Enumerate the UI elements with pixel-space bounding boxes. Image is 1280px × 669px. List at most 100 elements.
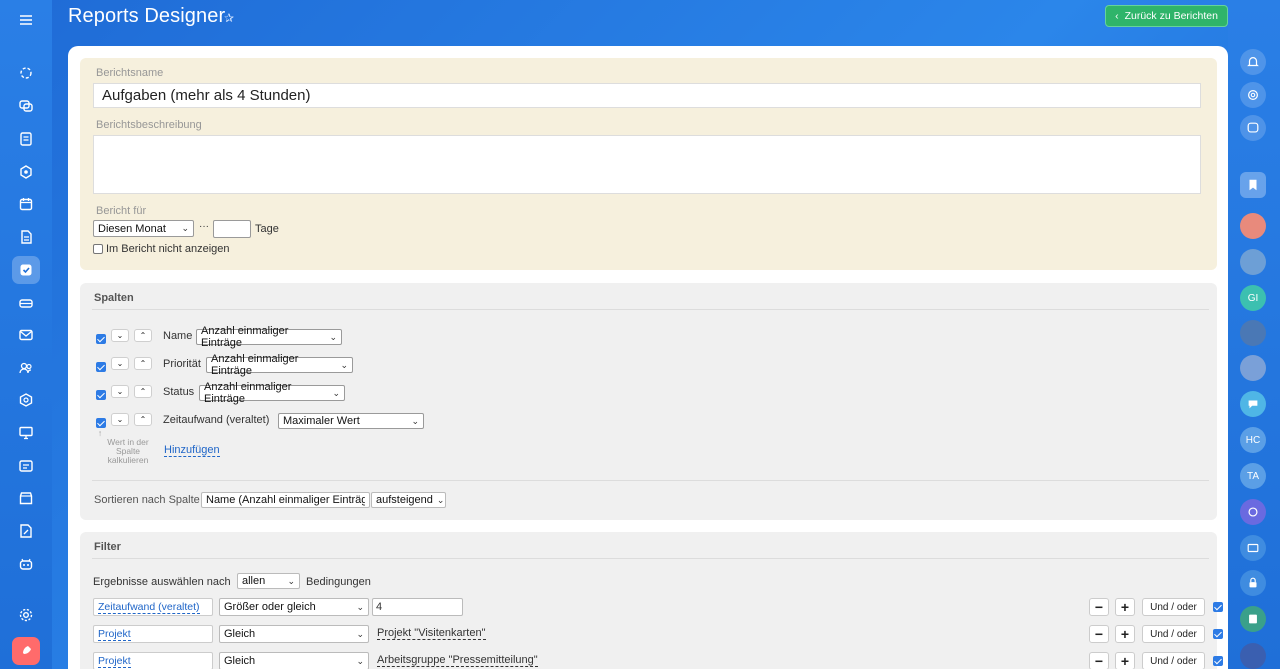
chat-icon[interactable] bbox=[12, 92, 40, 120]
columns-title: Spalten bbox=[94, 292, 134, 304]
column-checkbox-time[interactable] bbox=[96, 418, 106, 428]
move-up-button[interactable]: ⌃ bbox=[134, 357, 152, 370]
avatar-contact-3[interactable] bbox=[1240, 320, 1266, 346]
filter-add-button[interactable]: + bbox=[1115, 598, 1135, 616]
filter-operator-select[interactable]: Gleich ⌄ bbox=[219, 652, 369, 669]
report-description-input[interactable] bbox=[93, 135, 1201, 194]
add-column-link[interactable]: Hinzufügen bbox=[164, 444, 220, 457]
column-agg-select-time[interactable]: Maximaler Wert ⌄ bbox=[278, 413, 424, 429]
channel-icon[interactable] bbox=[1240, 499, 1266, 525]
column-agg-select-status[interactable]: Anzahl einmaliger Einträge ⌄ bbox=[199, 381, 345, 405]
filter-field-button[interactable]: Projekt bbox=[93, 625, 213, 643]
sort-order-select[interactable]: aufsteigend ⌄ bbox=[371, 492, 446, 508]
signature-icon[interactable] bbox=[12, 517, 40, 545]
hide-in-report-checkbox[interactable] bbox=[93, 244, 103, 254]
avatar-contact-2[interactable] bbox=[1240, 249, 1266, 275]
sort-column-select[interactable]: Name (Anzahl einmaliger Einträge bbox=[201, 492, 370, 508]
sort-column-value: Name (Anzahl einmaliger Einträge bbox=[206, 494, 365, 506]
column-agg-value: Anzahl einmaliger Einträge bbox=[204, 381, 292, 405]
move-down-button[interactable]: ⌄ bbox=[111, 385, 129, 398]
avatar-contact-ta[interactable]: TA bbox=[1240, 463, 1266, 489]
und-oder-button[interactable]: Und / oder bbox=[1142, 625, 1205, 643]
filter-remove-button[interactable]: − bbox=[1089, 598, 1109, 616]
move-down-button[interactable]: ⌄ bbox=[111, 413, 129, 426]
filter-operator-select[interactable]: Gleich ⌄ bbox=[219, 625, 369, 643]
lock-icon[interactable] bbox=[1240, 570, 1266, 596]
notes-icon[interactable] bbox=[1240, 606, 1266, 632]
chevron-down-icon: ⌄ bbox=[411, 415, 419, 426]
automation-icon[interactable] bbox=[12, 158, 40, 186]
days-label: Tage bbox=[255, 223, 279, 235]
move-up-button[interactable]: ⌃ bbox=[134, 329, 152, 342]
avatar-contact-gi[interactable]: GI bbox=[1240, 285, 1266, 311]
tasks-icon[interactable] bbox=[12, 256, 40, 284]
chat-bubble-icon[interactable] bbox=[1240, 391, 1266, 417]
feed-icon[interactable] bbox=[12, 59, 40, 87]
avatar-contact-5[interactable] bbox=[1240, 643, 1266, 669]
disk-icon[interactable] bbox=[12, 223, 40, 251]
move-up-button[interactable]: ⌃ bbox=[134, 413, 152, 426]
move-up-button[interactable]: ⌃ bbox=[134, 385, 152, 398]
days-input[interactable] bbox=[213, 220, 251, 238]
column-checkbox-priority[interactable] bbox=[96, 362, 106, 372]
mail-icon[interactable] bbox=[12, 321, 40, 349]
card-icon[interactable] bbox=[1240, 535, 1266, 561]
move-down-button[interactable]: ⌄ bbox=[111, 357, 129, 370]
avatar-contact-hc[interactable]: HC bbox=[1240, 427, 1266, 453]
report-name-label: Berichtsname bbox=[96, 67, 164, 79]
documents-icon[interactable] bbox=[12, 125, 40, 153]
contact-center-icon[interactable] bbox=[12, 452, 40, 480]
filter-logic-value: allen bbox=[242, 575, 266, 587]
period-select[interactable]: Diesen Monat ⌄ bbox=[93, 220, 194, 237]
column-checkbox-name[interactable] bbox=[96, 334, 106, 344]
crm-icon[interactable] bbox=[12, 289, 40, 317]
filter-add-button[interactable]: + bbox=[1115, 652, 1135, 669]
filter-field-button[interactable]: Projekt bbox=[93, 652, 213, 669]
filter-checkbox[interactable] bbox=[1213, 656, 1223, 666]
calendar-icon[interactable] bbox=[12, 190, 40, 218]
rocket-icon[interactable] bbox=[12, 637, 40, 665]
training-icon[interactable] bbox=[12, 419, 40, 447]
filter-value-link[interactable]: Arbeitsgruppe "Pressemitteilung" bbox=[377, 654, 538, 667]
und-oder-button[interactable]: Und / oder bbox=[1142, 652, 1205, 669]
filter-field-label: Projekt bbox=[98, 628, 131, 641]
filter-section: Filter Ergebnisse auswählen nach allen ⌄ … bbox=[80, 532, 1223, 669]
filter-add-button[interactable]: + bbox=[1115, 625, 1135, 643]
settings-icon[interactable] bbox=[12, 601, 40, 629]
filter-remove-button[interactable]: − bbox=[1089, 625, 1109, 643]
filter-value-input[interactable]: 4 bbox=[372, 598, 463, 616]
bookmark-icon[interactable] bbox=[1240, 172, 1266, 198]
filter-logic-select[interactable]: allen ⌄ bbox=[237, 573, 300, 589]
notifications-icon[interactable] bbox=[1240, 49, 1266, 75]
column-agg-value: Anzahl einmaliger Einträge bbox=[201, 325, 289, 349]
und-oder-button[interactable]: Und / oder bbox=[1142, 598, 1205, 616]
report-name-input[interactable]: Aufgaben (mehr als 4 Stunden) bbox=[93, 83, 1201, 108]
right-sidebar: GI HC TA bbox=[1228, 0, 1280, 669]
chevron-down-icon: ⌄ bbox=[181, 223, 189, 233]
filter-checkbox[interactable] bbox=[1213, 629, 1223, 639]
column-agg-select-priority[interactable]: Anzahl einmaliger Einträge ⌄ bbox=[206, 353, 353, 377]
employees-icon[interactable] bbox=[12, 354, 40, 382]
back-to-reports-button[interactable]: ‹ Zurück zu Berichten bbox=[1105, 5, 1228, 27]
avatar-contact-1[interactable] bbox=[1240, 213, 1266, 239]
move-down-button[interactable]: ⌄ bbox=[111, 329, 129, 342]
menu-icon[interactable] bbox=[12, 6, 40, 34]
copilot-icon[interactable] bbox=[12, 550, 40, 578]
column-checkbox-status[interactable] bbox=[96, 390, 106, 400]
filter-field-button[interactable]: Zeitaufwand (veraltet) bbox=[93, 598, 213, 616]
store-icon[interactable] bbox=[12, 484, 40, 512]
filter-value-link[interactable]: Projekt "Visitenkarten" bbox=[377, 627, 486, 640]
filter-remove-button[interactable]: − bbox=[1089, 652, 1109, 669]
pin-icon[interactable]: ✰ bbox=[224, 11, 234, 25]
main-content: Berichtsname Aufgaben (mehr als 4 Stunde… bbox=[68, 46, 1228, 669]
sites-icon[interactable] bbox=[12, 386, 40, 414]
column-agg-select-name[interactable]: Anzahl einmaliger Einträge ⌄ bbox=[196, 325, 342, 349]
avatar-contact-4[interactable] bbox=[1240, 355, 1266, 381]
filter-operator-select[interactable]: Größer oder gleich ⌄ bbox=[219, 598, 369, 616]
column-agg-value: Maximaler Wert bbox=[283, 415, 360, 427]
search-chat-icon[interactable] bbox=[1240, 115, 1266, 141]
activity-icon[interactable] bbox=[1240, 82, 1266, 108]
report-description-label: Berichtsbeschreibung bbox=[96, 119, 202, 131]
filter-title: Filter bbox=[94, 541, 121, 553]
filter-checkbox[interactable] bbox=[1213, 602, 1223, 612]
